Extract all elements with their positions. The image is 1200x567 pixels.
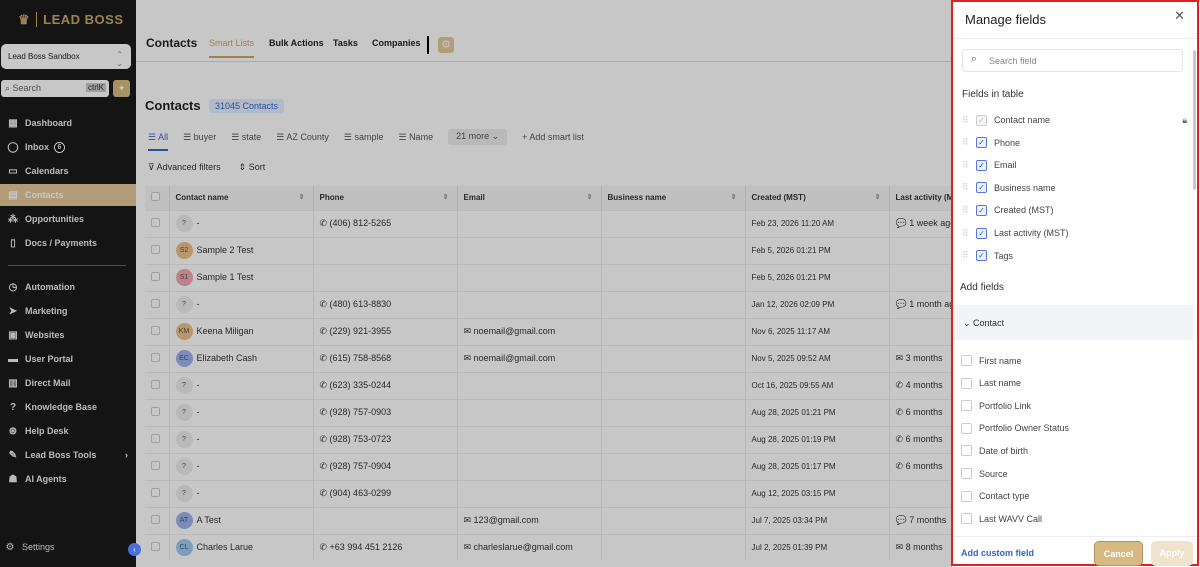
drag-handle-icon[interactable]: ⠿ bbox=[962, 115, 976, 126]
group-label: Contact bbox=[973, 318, 1005, 328]
field-checkbox[interactable]: ✓ bbox=[976, 159, 987, 171]
field-checkbox[interactable] bbox=[961, 355, 972, 366]
drag-handle-icon[interactable]: ⠿ bbox=[962, 250, 976, 261]
drag-handle-icon[interactable]: ⠿ bbox=[962, 228, 976, 239]
close-icon[interactable]: ✕ bbox=[1174, 8, 1185, 24]
add-field-option[interactable]: Date of birth bbox=[961, 445, 1029, 457]
field-row[interactable]: ⠿ ✓ Phone bbox=[962, 135, 1187, 151]
manage-fields-panel: Manage fields ✕ ⌕ Search field Fields in … bbox=[951, 0, 1199, 566]
contact-group-toggle[interactable]: ⌄ Contact bbox=[953, 305, 1193, 340]
field-checkbox[interactable] bbox=[961, 513, 972, 525]
search-placeholder: Search field bbox=[989, 56, 1037, 66]
modal-backdrop[interactable] bbox=[0, 0, 952, 567]
field-checkbox[interactable]: ✓ bbox=[976, 204, 987, 216]
field-checkbox[interactable]: ✓ bbox=[976, 250, 987, 262]
scrollbar[interactable] bbox=[1193, 50, 1196, 190]
field-checkbox[interactable]: ✓ bbox=[976, 182, 987, 194]
drag-handle-icon[interactable]: ⠿ bbox=[962, 205, 976, 216]
search-field-input[interactable]: ⌕ Search field bbox=[962, 49, 1183, 72]
field-label: Portfolio Link bbox=[979, 400, 1032, 411]
field-label: Phone bbox=[994, 137, 1021, 148]
cancel-button[interactable]: Cancel bbox=[1094, 541, 1143, 566]
divider bbox=[953, 536, 1197, 537]
field-row[interactable]: ⠿ ✓ Last activity (MST) bbox=[962, 225, 1187, 241]
field-checkbox[interactable] bbox=[961, 400, 972, 412]
divider bbox=[953, 38, 1197, 39]
add-field-option[interactable]: Contact type bbox=[961, 490, 1030, 502]
field-checkbox: ✓ bbox=[976, 114, 987, 126]
field-label: Business name bbox=[994, 182, 1056, 193]
field-label: Last activity (MST) bbox=[994, 228, 1069, 238]
field-row[interactable]: ⠿ ✓ Business name bbox=[962, 180, 1187, 196]
apply-button[interactable]: Apply bbox=[1151, 541, 1193, 566]
field-row[interactable]: ⠿ ✓ Email bbox=[962, 157, 1187, 173]
collapse-sidebar-button[interactable]: ‹ bbox=[128, 543, 141, 556]
panel-title: Manage fields bbox=[965, 12, 1046, 27]
field-checkbox[interactable] bbox=[961, 422, 972, 434]
field-label: Source bbox=[979, 468, 1008, 479]
drag-handle-icon[interactable]: ⠿ bbox=[962, 160, 976, 171]
add-field-option[interactable]: Portfolio Link bbox=[961, 400, 1032, 412]
drag-handle-icon[interactable]: ⠿ bbox=[962, 137, 976, 148]
field-label: Created (MST) bbox=[994, 205, 1054, 216]
field-label: Portfolio Owner Status bbox=[979, 423, 1070, 434]
field-row[interactable]: ⠿ ✓ Created (MST) bbox=[962, 202, 1187, 218]
add-field-option[interactable]: Source bbox=[961, 468, 1008, 479]
search-icon: ⌕ bbox=[971, 53, 978, 65]
add-fields-heading: Add fields bbox=[960, 282, 1004, 293]
add-field-option[interactable]: Last WAVV Call bbox=[961, 513, 1043, 525]
field-row[interactable]: ⠿ ✓ Tags bbox=[962, 248, 1187, 264]
lock-icon: 🔒︎ bbox=[1182, 114, 1187, 125]
field-label: Last WAVV Call bbox=[979, 513, 1043, 524]
field-label: Contact name bbox=[994, 115, 1051, 125]
field-checkbox[interactable] bbox=[961, 377, 972, 389]
drag-handle-icon[interactable]: ⠿ bbox=[962, 182, 976, 193]
add-custom-field-link[interactable]: Add custom field bbox=[961, 548, 1034, 558]
add-field-option[interactable]: First name bbox=[961, 355, 1022, 366]
field-checkbox[interactable] bbox=[961, 445, 972, 457]
field-checkbox[interactable] bbox=[961, 468, 972, 479]
field-label: Contact type bbox=[979, 491, 1030, 502]
add-field-option[interactable]: Portfolio Owner Status bbox=[961, 422, 1070, 434]
fields-in-table-heading: Fields in table bbox=[962, 89, 1024, 100]
field-checkbox[interactable]: ✓ bbox=[976, 137, 987, 149]
field-label: Last name bbox=[979, 378, 1022, 389]
add-field-option[interactable]: Last name bbox=[961, 377, 1022, 389]
field-label: First name bbox=[979, 355, 1022, 366]
field-checkbox[interactable]: ✓ bbox=[976, 227, 987, 239]
field-label: Email bbox=[994, 160, 1017, 171]
field-row[interactable]: ⠿ ✓ Contact name 🔒︎ bbox=[962, 112, 1187, 128]
field-label: Date of birth bbox=[979, 445, 1029, 456]
field-label: Tags bbox=[994, 250, 1014, 261]
field-checkbox[interactable] bbox=[961, 490, 972, 502]
